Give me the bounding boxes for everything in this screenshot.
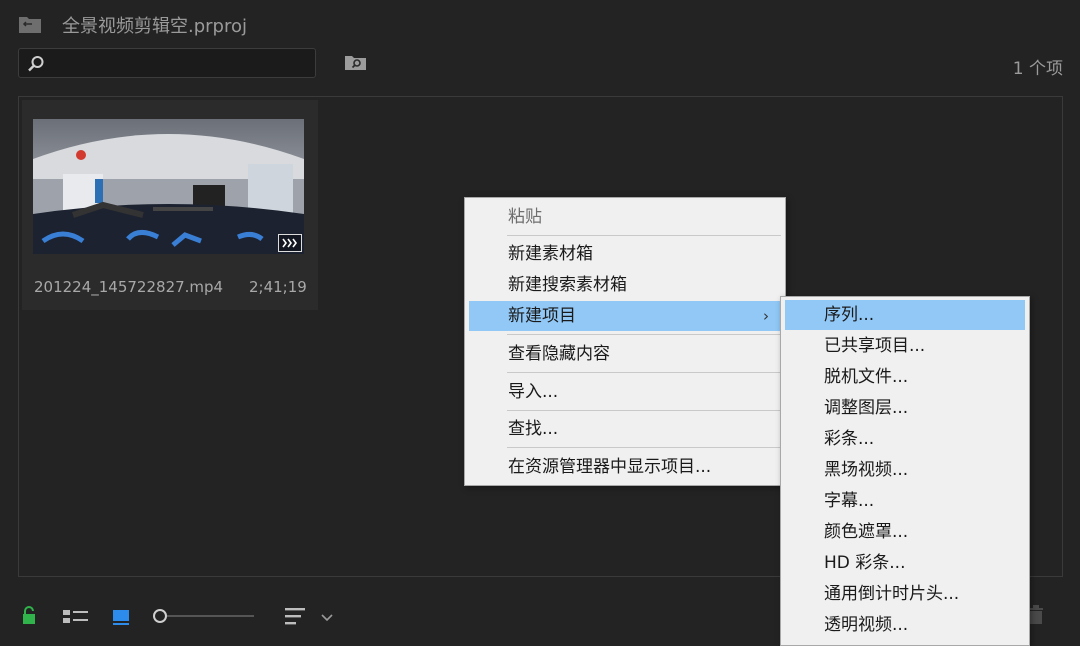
item-count: 1 个项 <box>1012 59 1063 79</box>
list-view-icon[interactable] <box>62 608 90 626</box>
clip-duration: 2;41;19 <box>249 278 307 296</box>
menu-separator <box>507 447 781 448</box>
submenu-item-transparent-video[interactable]: 透明视频... <box>785 610 1025 640</box>
search-input[interactable] <box>18 48 316 78</box>
chevron-down-icon[interactable] <box>320 609 334 622</box>
lock-icon[interactable] <box>20 606 38 626</box>
menu-item-import[interactable]: 导入... <box>469 377 781 407</box>
context-menu: 粘贴 新建素材箱 新建搜索素材箱 新建项目 › 查看隐藏内容 导入... 查找.… <box>464 197 786 486</box>
menu-item-view-hidden[interactable]: 查看隐藏内容 <box>469 339 781 369</box>
clip-name: 201224_145722827.mp4 <box>34 278 224 296</box>
menu-item-reveal-in-explorer[interactable]: 在资源管理器中显示项目... <box>469 452 781 482</box>
menu-separator <box>507 410 781 411</box>
zoom-slider[interactable] <box>152 607 256 625</box>
submenu-item-black-video[interactable]: 黑场视频... <box>785 455 1025 485</box>
project-title: 全景视频剪辑空.prproj <box>62 16 247 37</box>
sort-icon[interactable] <box>284 605 308 627</box>
new-search-bin-icon[interactable] <box>344 53 368 73</box>
clip-thumbnail[interactable] <box>33 119 304 254</box>
submenu-item-sequence[interactable]: 序列... <box>785 300 1025 330</box>
menu-item-find[interactable]: 查找... <box>469 414 781 444</box>
search-icon <box>27 55 45 73</box>
submenu-item-shared-project[interactable]: 已共享项目... <box>785 331 1025 361</box>
menu-item-new-item-label: 新建项目 <box>508 306 576 326</box>
submenu-item-bars-and-tone[interactable]: 彩条... <box>785 424 1025 454</box>
menu-separator <box>507 334 781 335</box>
submenu-item-adjustment-layer[interactable]: 调整图层... <box>785 393 1025 423</box>
chevron-right-icon: › <box>763 307 769 325</box>
menu-item-new-search-bin[interactable]: 新建搜索素材箱 <box>469 270 781 300</box>
menu-separator <box>507 372 781 373</box>
project-folder-icon <box>18 14 42 34</box>
submenu-item-caption[interactable]: 字幕... <box>785 486 1025 516</box>
menu-separator <box>507 235 781 236</box>
submenu-item-color-matte[interactable]: 颜色遮罩... <box>785 517 1025 547</box>
menu-item-new-bin[interactable]: 新建素材箱 <box>469 239 781 269</box>
icon-view-icon[interactable] <box>112 608 130 626</box>
menu-item-new-item[interactable]: 新建项目 › <box>469 301 781 331</box>
submenu-item-offline-file[interactable]: 脱机文件... <box>785 362 1025 392</box>
submenu-item-countdown-leader[interactable]: 通用倒计时片头... <box>785 579 1025 609</box>
video-badge-icon <box>278 234 302 252</box>
menu-item-paste[interactable]: 粘贴 <box>469 202 781 232</box>
new-item-submenu: 序列... 已共享项目... 脱机文件... 调整图层... 彩条... 黑场视… <box>780 296 1030 646</box>
submenu-item-hd-bars[interactable]: HD 彩条... <box>785 548 1025 578</box>
